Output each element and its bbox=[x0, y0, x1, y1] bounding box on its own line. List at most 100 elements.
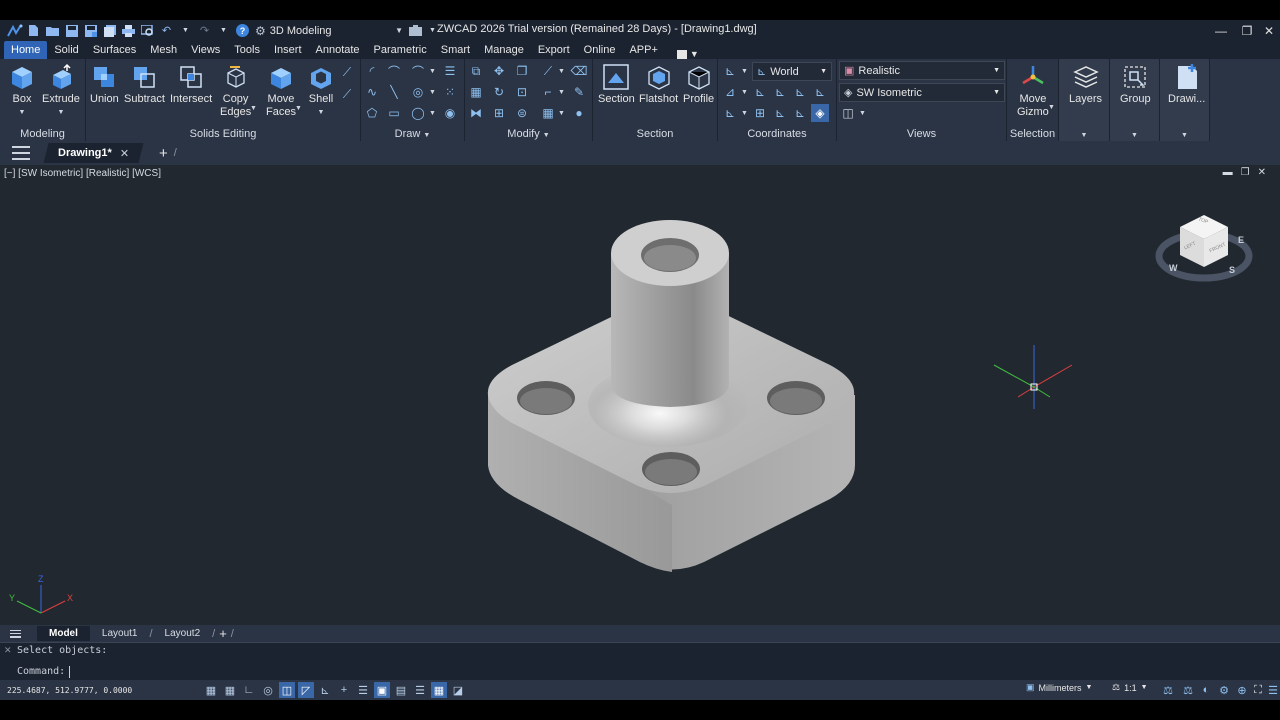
customization-menu-icon[interactable]: ☰ bbox=[1265, 682, 1280, 698]
save-icon[interactable] bbox=[63, 22, 80, 39]
erase-icon[interactable]: ⌫ bbox=[570, 62, 588, 80]
close-icon[interactable]: ✕ bbox=[4, 645, 12, 656]
shell-button[interactable]: Shell ▼ bbox=[307, 63, 335, 119]
units-selector[interactable]: ▣ Millimeters ▼ bbox=[1026, 682, 1092, 693]
line-icon[interactable]: ╲ bbox=[385, 83, 403, 101]
point-grid-icon[interactable]: ⁙ bbox=[441, 83, 459, 101]
compass-west-label[interactable]: W bbox=[1169, 263, 1178, 273]
move-icon[interactable]: ✥ bbox=[490, 62, 508, 80]
tab-tools[interactable]: Tools bbox=[227, 41, 267, 59]
ellipse-dropdown-icon[interactable]: ▼ bbox=[429, 110, 436, 117]
eraser-icon[interactable]: ✎ bbox=[570, 83, 588, 101]
fillet-icon[interactable]: ⌐ bbox=[539, 83, 557, 101]
tab-smart[interactable]: Smart bbox=[434, 41, 477, 59]
polyline-icon[interactable]: ⌒ bbox=[385, 62, 403, 80]
stretch-icon[interactable]: ⊞ bbox=[490, 104, 508, 122]
app-logo-icon[interactable] bbox=[6, 22, 23, 39]
minimize-button[interactable]: — bbox=[1208, 20, 1234, 41]
dynamic-input-icon[interactable]: + bbox=[336, 682, 352, 698]
auto-scale-icon[interactable]: ⚖ bbox=[1180, 682, 1196, 698]
tab-insert[interactable]: Insert bbox=[267, 41, 309, 59]
move-faces-dropdown-icon[interactable]: ▼ bbox=[295, 105, 302, 112]
move-faces-button[interactable]: Move Faces bbox=[266, 63, 296, 119]
curve-dropdown-icon[interactable]: ▼ bbox=[429, 68, 436, 75]
redo-dropdown-icon[interactable]: ▼ bbox=[215, 22, 232, 39]
panel-title-draw[interactable]: Draw ▼ bbox=[361, 128, 464, 140]
copy-edges-button[interactable]: Copy Edges bbox=[220, 63, 251, 119]
ellipse-icon[interactable]: ◯ bbox=[409, 104, 427, 122]
circle-dropdown-icon[interactable]: ▼ bbox=[429, 89, 436, 96]
rectangle-icon[interactable]: ▭ bbox=[385, 104, 403, 122]
save-as-icon[interactable] bbox=[82, 22, 99, 39]
tab-solid[interactable]: Solid bbox=[47, 41, 85, 59]
ucs-z-icon[interactable]: ⊾ bbox=[791, 83, 809, 101]
ucs-icon-toggle[interactable]: ◈ bbox=[811, 104, 829, 122]
snap-mode-icon[interactable]: ▦ bbox=[222, 682, 238, 698]
ucs-face-icon[interactable]: ⊾ bbox=[791, 104, 809, 122]
layer-stack-icon[interactable]: ☰ bbox=[441, 62, 459, 80]
print-icon[interactable] bbox=[120, 22, 137, 39]
toolbar-customize-icon[interactable] bbox=[407, 22, 424, 39]
trim-icon[interactable]: ⟋ bbox=[539, 62, 557, 80]
arc-icon[interactable]: ◜ bbox=[363, 62, 381, 80]
copy-edges-dropdown-icon[interactable]: ▼ bbox=[250, 105, 257, 112]
section-button[interactable]: Section bbox=[598, 63, 635, 106]
undo-dropdown-icon[interactable]: ▼ bbox=[177, 22, 194, 39]
mirror-icon[interactable]: ⧓ bbox=[467, 104, 485, 122]
union-button[interactable]: Union bbox=[90, 63, 119, 106]
ucs-origin-dropdown-icon[interactable]: ▼ bbox=[741, 89, 748, 96]
object-snap-tracking-icon[interactable]: ◸ bbox=[298, 682, 314, 698]
compass-east-label[interactable]: E bbox=[1238, 235, 1244, 245]
layers-button[interactable]: Layers bbox=[1069, 63, 1102, 106]
document-tab-drawing1[interactable]: Drawing1* ✕ bbox=[43, 143, 144, 163]
open-folder-icon[interactable] bbox=[44, 22, 61, 39]
tab-annotate[interactable]: Annotate bbox=[309, 41, 367, 59]
ucs-x-icon[interactable]: ⊾ bbox=[751, 83, 769, 101]
array-icon[interactable]: ▦ bbox=[467, 83, 485, 101]
visual-style-selector[interactable]: ▣ Realistic ▼ bbox=[839, 61, 1005, 80]
array-grid-icon[interactable]: ▦ bbox=[539, 104, 557, 122]
spline-icon[interactable]: ∿ bbox=[363, 83, 381, 101]
move-gizmo-button[interactable]: Move Gizmo bbox=[1017, 63, 1049, 119]
offset-icon[interactable]: ⊜ bbox=[513, 104, 531, 122]
grid-display-icon[interactable]: ▦ bbox=[203, 682, 219, 698]
hardware-acceleration-icon[interactable]: ◐ bbox=[1198, 682, 1214, 698]
extract-edges-icon[interactable]: ⟋ bbox=[338, 63, 356, 81]
ucs-3point-icon[interactable]: ⊾ bbox=[721, 104, 739, 122]
circle-icon[interactable]: ◎ bbox=[409, 83, 427, 101]
add-layout-button[interactable]: + bbox=[219, 626, 227, 641]
ribbon-minimize-toggle[interactable]: ▼ bbox=[676, 49, 699, 59]
plot-preview-icon[interactable] bbox=[139, 22, 156, 39]
ucs-selector[interactable]: ⊾ World ▼ bbox=[752, 62, 832, 81]
copy-icon[interactable]: ⧉ bbox=[467, 62, 485, 80]
close-button[interactable]: ✕ bbox=[1256, 20, 1280, 41]
ucs-view-icon[interactable]: ⊾ bbox=[811, 83, 829, 101]
settings-gear-icon[interactable]: ⚙ bbox=[1216, 682, 1232, 698]
fullscreen-icon[interactable]: ⛶ bbox=[1250, 682, 1266, 698]
extrude-button[interactable]: Extrude ▼ bbox=[42, 63, 80, 119]
drawing-button[interactable]: Drawi... bbox=[1168, 63, 1205, 106]
ucs-named-icon[interactable]: ⊞ bbox=[751, 104, 769, 122]
ucs-object-icon[interactable]: ⊾ bbox=[771, 104, 789, 122]
object-snap-icon[interactable]: ◫ bbox=[279, 682, 295, 698]
profile-button[interactable]: Profile bbox=[683, 63, 714, 106]
ucs-dropdown-icon[interactable]: ▼ bbox=[741, 68, 748, 75]
annotation-scale-selector[interactable]: ⚖ 1:1 ▼ bbox=[1112, 682, 1148, 693]
isolate-objects-icon[interactable]: ⊕ bbox=[1234, 682, 1250, 698]
transparency-icon[interactable]: ▣ bbox=[374, 682, 390, 698]
dynamic-ucs-icon[interactable]: ⊾ bbox=[317, 682, 333, 698]
drawing-dropdown-icon[interactable]: ▼ bbox=[1160, 128, 1209, 140]
viewport-config-icon[interactable]: ◫ bbox=[839, 104, 857, 122]
viewport-config-dropdown-icon[interactable]: ▼ bbox=[859, 110, 866, 117]
tab-export[interactable]: Export bbox=[531, 41, 577, 59]
ucs-3point-dropdown-icon[interactable]: ▼ bbox=[741, 110, 748, 117]
tab-manage[interactable]: Manage bbox=[477, 41, 531, 59]
box-button[interactable]: Box ▼ bbox=[8, 63, 36, 119]
tab-home[interactable]: Home bbox=[4, 41, 48, 59]
layout-tab-layout2[interactable]: Layout2 bbox=[153, 626, 213, 641]
close-icon[interactable]: ✕ bbox=[120, 147, 129, 160]
quick-properties-icon[interactable]: ▤ bbox=[393, 682, 409, 698]
save-all-icon[interactable] bbox=[101, 22, 118, 39]
command-input[interactable]: Command: bbox=[17, 664, 1272, 679]
redo-icon[interactable]: ↷ bbox=[196, 22, 213, 39]
